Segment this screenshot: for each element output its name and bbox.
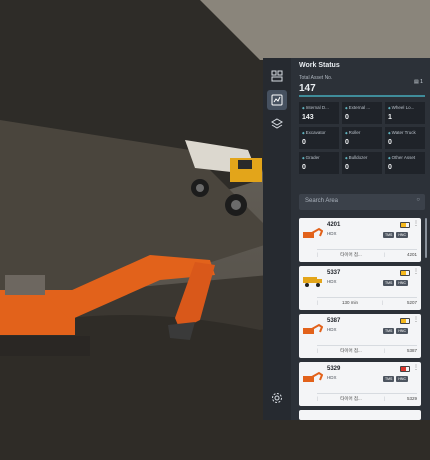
asset-card[interactable]: 5337 HDX ⋮ TMS HNC | 130 min | 5207	[299, 266, 421, 310]
asset-code: 5207	[406, 300, 417, 305]
stat-grader[interactable]: Grader 0	[299, 152, 339, 174]
total-asset-label: Total Asset No.	[299, 75, 333, 81]
more-options-icon[interactable]: ⋮	[413, 220, 419, 227]
more-options-icon[interactable]: ⋮	[413, 268, 419, 275]
stat-value: 0	[345, 164, 349, 171]
stat-label: Roller	[345, 130, 361, 135]
stat-label: Excavator	[302, 130, 326, 135]
stat-label: Bulldozer	[345, 155, 368, 160]
tms-tag: TMS	[383, 232, 395, 238]
excavator-thumbnail-icon	[303, 227, 323, 238]
hnc-tag: HNC	[396, 232, 408, 238]
battery-level	[401, 223, 406, 227]
asset-id: 5329	[327, 366, 341, 372]
tms-tag: TMS	[383, 328, 395, 334]
asset-code: 4201	[406, 252, 417, 257]
work-status-icon[interactable]	[267, 90, 287, 110]
total-asset-value: 147	[299, 83, 316, 94]
stat-label: Wheel Lo...	[388, 105, 415, 110]
stat-label: Grader	[302, 155, 320, 160]
battery-level	[401, 367, 406, 371]
tms-tag: TMS	[383, 280, 395, 286]
stat-value: 0	[302, 164, 306, 171]
asset-type-grid: Internal D... 143 External ... 0 Wheel Lo.…	[299, 102, 427, 174]
battery-icon	[400, 270, 410, 276]
stat-value: 143	[302, 114, 314, 121]
settings-icon[interactable]	[267, 388, 287, 408]
battery-icon	[400, 222, 410, 228]
hnc-tag: HNC	[396, 280, 408, 286]
stat-label: Internal D...	[302, 105, 329, 110]
asset-type: HDX	[327, 327, 337, 332]
stat-value: 1	[388, 114, 392, 121]
stat-value: 0	[345, 139, 349, 146]
search-area-input[interactable]: Search Area ○	[299, 194, 425, 210]
dashboard-icon[interactable]	[267, 66, 287, 86]
asset-card[interactable]: 5329 HDX ⋮ TMS HNC | 타이어 점... | 5329	[299, 362, 421, 406]
excavator-thumbnail-icon	[303, 323, 323, 334]
stat-roller[interactable]: Roller 0	[342, 127, 382, 149]
total-asset-count: ▤ 1	[414, 79, 423, 85]
document-icon: ▤	[414, 79, 419, 85]
asset-card-partial[interactable]	[299, 410, 421, 420]
stat-excavator[interactable]: Excavator 0	[299, 127, 339, 149]
asset-id: 5337	[327, 270, 341, 276]
panel-title: Work Status	[299, 62, 340, 69]
asset-id: 4201	[327, 222, 341, 228]
stat-value: 0	[302, 139, 306, 146]
stat-value: 0	[345, 114, 349, 121]
stat-internal[interactable]: Internal D... 143	[299, 102, 339, 124]
asset-type: HDX	[327, 231, 337, 236]
layers-icon[interactable]	[267, 114, 287, 134]
stat-bulldozer[interactable]: Bulldozer 0	[342, 152, 382, 174]
stat-label: Other Asset	[388, 155, 416, 160]
asset-info: 타이어 점...	[340, 348, 362, 353]
tms-tag: TMS	[383, 376, 395, 382]
stat-label: Water Truck	[388, 130, 416, 135]
asset-card[interactable]: 5387 HDX ⋮ TMS HNC | 타이어 점... | 5387	[299, 314, 421, 358]
stat-other-asset[interactable]: Other Asset 0	[385, 152, 425, 174]
asset-card[interactable]: 4201 HDX ⋮ TMS HNC | 타이어 점... | 4201	[299, 218, 421, 262]
asset-info: 130 min	[342, 300, 359, 305]
stat-label: External ...	[345, 105, 371, 110]
hnc-tag: HNC	[396, 328, 408, 334]
asset-id: 5387	[327, 318, 341, 324]
asset-info: 타이어 점...	[340, 252, 362, 257]
excavator-thumbnail-icon	[303, 371, 323, 382]
asset-code: 5387	[406, 348, 417, 353]
more-options-icon[interactable]: ⋮	[413, 364, 419, 371]
stat-value: 0	[388, 139, 392, 146]
hnc-tag: HNC	[396, 376, 408, 382]
battery-icon	[400, 318, 410, 324]
total-asset-icon-text: 1	[420, 79, 423, 85]
battery-level	[401, 271, 406, 275]
asset-info: 타이어 점...	[340, 396, 362, 401]
stat-wheel-loader[interactable]: Wheel Lo... 1	[385, 102, 425, 124]
asset-code: 5329	[406, 396, 417, 401]
work-status-panel: Work Status Total Asset No. 147 ▤ 1 Inte…	[291, 58, 430, 420]
battery-level	[401, 319, 406, 323]
asset-type: HDX	[327, 279, 337, 284]
battery-icon	[400, 366, 410, 372]
dump-truck-thumbnail-icon	[303, 277, 322, 287]
asset-type: HDX	[327, 375, 337, 380]
total-asset-divider	[299, 95, 425, 97]
search-icon: ○	[416, 197, 420, 203]
search-placeholder: Search Area	[305, 198, 339, 204]
side-rail	[263, 58, 292, 420]
stat-external[interactable]: External ... 0	[342, 102, 382, 124]
stat-water-truck[interactable]: Water Truck 0	[385, 127, 425, 149]
more-options-icon[interactable]: ⋮	[413, 316, 419, 323]
stat-value: 0	[388, 164, 392, 171]
list-scrollbar[interactable]	[425, 218, 427, 258]
